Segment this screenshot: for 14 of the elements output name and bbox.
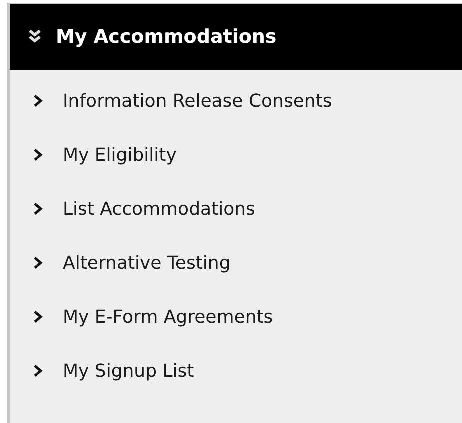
chevron-right-icon [33, 256, 43, 270]
menu-link[interactable]: My E-Form Agreements [10, 290, 462, 344]
chevron-right-icon [33, 94, 43, 108]
menu-link[interactable]: My Signup List [10, 344, 462, 398]
menu-link[interactable]: My Eligibility [10, 128, 462, 182]
menu-link[interactable]: Information Release Consents [10, 74, 462, 128]
chevron-right-icon [33, 310, 43, 324]
chevron-right-icon [33, 148, 43, 162]
menu-link[interactable]: Alternative Testing [10, 236, 462, 290]
menu-link[interactable]: List Accommodations [10, 182, 462, 236]
panel-title: My Accommodations [56, 24, 277, 50]
chevron-right-icon [33, 364, 43, 378]
double-chevron-down-icon [28, 29, 42, 45]
chevron-right-icon [33, 202, 43, 216]
